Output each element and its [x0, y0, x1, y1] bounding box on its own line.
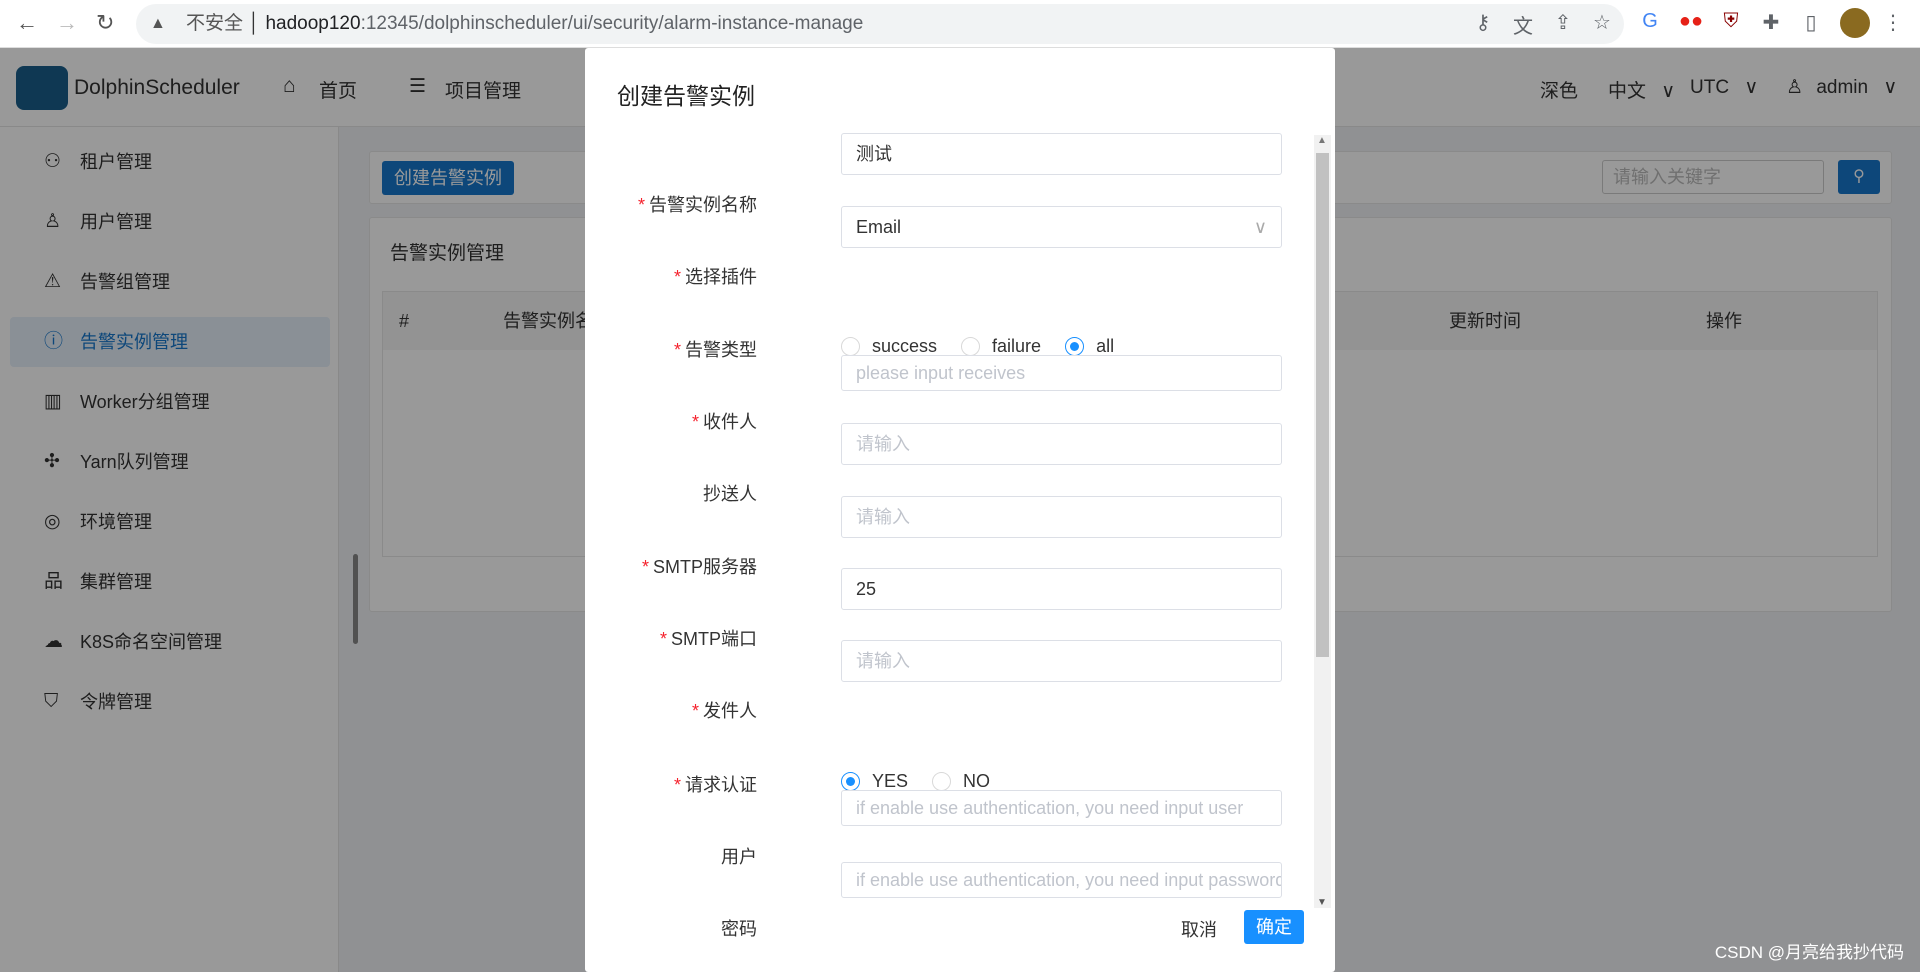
field-label: * 请求认证 — [673, 775, 757, 795]
radio-failure[interactable]: failure — [961, 336, 1041, 357]
field-label: 密码 — [721, 919, 757, 939]
cc-input[interactable]: 请输入 — [841, 423, 1282, 465]
field-label: * 告警类型 — [673, 340, 757, 360]
star-icon[interactable]: ☆ — [1589, 10, 1615, 35]
scrollbar-thumb[interactable] — [1316, 153, 1329, 657]
plugin-value: Email — [856, 217, 902, 237]
back-icon[interactable]: ← — [16, 10, 38, 36]
auth-password-input[interactable]: if enable use authentication, you need i… — [841, 862, 1282, 898]
create-alarm-instance-dialog: 创建告警实例 * 告警实例名称 测试 * 选择插件 Email ∨ * 告警类型 suc… — [585, 48, 1335, 972]
sidepanel-icon[interactable]: ▯ — [1798, 10, 1824, 35]
dialog-title: 创建告警实例 — [617, 83, 755, 109]
url-path: :12345/dolphinscheduler/ui/security/alar… — [360, 13, 864, 34]
alert-type-radio-group: success failure all — [841, 336, 1138, 357]
smtp-port-input[interactable]: 25 — [841, 568, 1282, 610]
dialog-scrollbar[interactable]: ▲ ▼ — [1314, 135, 1331, 908]
browser-toolbar: ← → ↻ ▲ 不安全 │ hadoop120:12345/dolphinsch… — [0, 0, 1920, 48]
extension-red-icon[interactable]: ●● — [1678, 10, 1704, 33]
security-label: 不安全 — [186, 13, 244, 34]
reload-icon[interactable]: ↻ — [96, 10, 114, 36]
field-label: * 收件人 — [691, 412, 757, 432]
auth-radio-group: YES NO — [841, 771, 1014, 792]
sender-input[interactable]: 请输入 — [841, 640, 1282, 682]
url-host: hadoop120 — [265, 13, 361, 34]
forward-icon[interactable]: → — [56, 10, 78, 36]
key-icon[interactable]: ⚷ — [1470, 10, 1496, 35]
auth-user-input[interactable]: if enable use authentication, you need i… — [841, 790, 1282, 826]
field-label: * 选择插件 — [673, 267, 757, 287]
google-translate-icon[interactable]: G — [1637, 10, 1663, 33]
warning-icon: ▲ — [150, 15, 166, 32]
field-label: 抄送人 — [703, 484, 757, 504]
field-label: * 发件人 — [691, 701, 757, 721]
address-bar[interactable]: ▲ 不安全 │ hadoop120:12345/dolphinscheduler… — [136, 4, 1624, 44]
radio-success[interactable]: success — [841, 336, 937, 357]
radio-all[interactable]: all — [1065, 336, 1114, 357]
confirm-button[interactable]: 确定 — [1244, 910, 1304, 944]
radio-no[interactable]: NO — [932, 771, 990, 792]
scroll-up-icon[interactable]: ▲ — [1317, 135, 1327, 146]
field-label: * 告警实例名称 — [637, 195, 757, 215]
receivers-input[interactable]: please input receives — [841, 355, 1282, 391]
ublock-icon[interactable]: ⛨ — [1718, 10, 1744, 33]
menu-icon[interactable]: ⋮ — [1880, 10, 1906, 35]
radio-yes[interactable]: YES — [841, 771, 908, 792]
watermark: CSDN @月亮给我抄代码 — [1714, 943, 1904, 962]
instance-name-input[interactable]: 测试 — [841, 133, 1282, 175]
cancel-button[interactable]: 取消 — [1181, 916, 1217, 942]
share-icon[interactable]: ⇪ — [1550, 10, 1576, 35]
field-label: * SMTP服务器 — [641, 557, 757, 577]
scroll-down-icon[interactable]: ▼ — [1317, 897, 1327, 908]
puzzle-icon[interactable]: ✚ — [1758, 10, 1784, 35]
plugin-select[interactable]: Email ∨ — [841, 206, 1282, 248]
field-label: * SMTP端口 — [659, 629, 757, 649]
chevron-down-icon: ∨ — [1253, 217, 1267, 237]
profile-avatar[interactable] — [1840, 8, 1870, 38]
smtp-host-input[interactable]: 请输入 — [841, 496, 1282, 538]
field-label: 用户 — [721, 847, 757, 867]
translate-icon[interactable]: 文 — [1510, 10, 1536, 39]
